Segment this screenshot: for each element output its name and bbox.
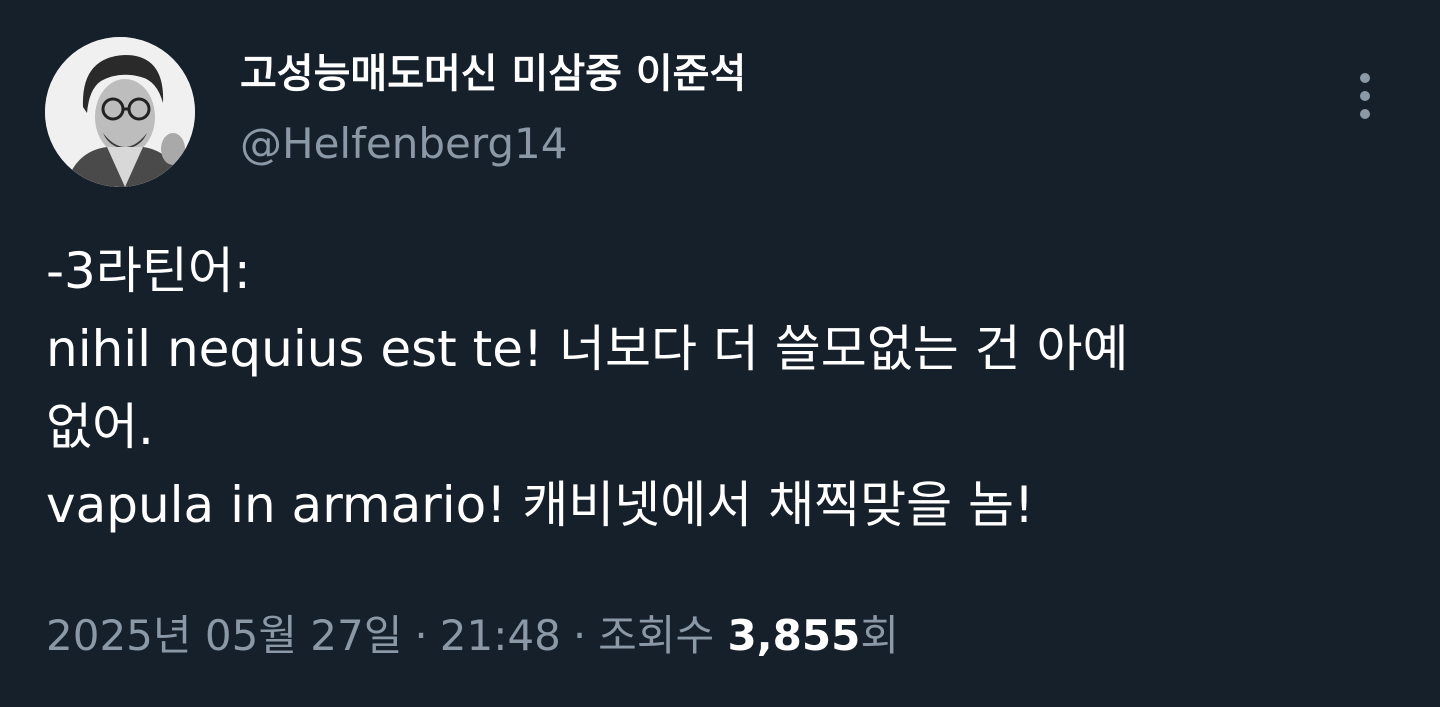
tweet-card: 고성능매도머신 미삼중 이준석 @Helfenberg14 -3라틴어: nih… bbox=[0, 0, 1440, 707]
author-name[interactable]: 고성능매도머신 미삼중 이준석 bbox=[240, 48, 746, 100]
author-handle[interactable]: @Helfenberg14 bbox=[240, 118, 567, 170]
tweet-text-line: 없어. bbox=[46, 398, 154, 456]
tweet-text-line: -3라틴어: bbox=[46, 242, 251, 300]
more-vertical-icon bbox=[1360, 73, 1370, 119]
views-count[interactable]: 3,855 bbox=[727, 611, 860, 660]
meta-separator: · bbox=[572, 611, 587, 660]
meta-separator: · bbox=[414, 611, 428, 660]
tweet-text-line: vapula in armario! 캐비넷에서 채찍맞을 놈! bbox=[46, 476, 1035, 534]
tweet-time[interactable]: 21:48 bbox=[440, 611, 561, 660]
tweet-date[interactable]: 2025년 05월 27일 bbox=[46, 611, 402, 660]
tweet-meta: 2025년 05월 27일 · 21:48 · 조회수 3,855회 bbox=[46, 606, 899, 666]
tweet-text-line: nihil nequius est te! 너보다 더 쓸모없는 건 아예 bbox=[46, 320, 1129, 378]
more-options-button[interactable] bbox=[1340, 66, 1390, 126]
views-unit: 회 bbox=[860, 611, 899, 660]
avatar[interactable] bbox=[45, 37, 195, 187]
views-label: 조회수 bbox=[598, 611, 715, 660]
tweet-text: -3라틴어: nihil nequius est te! 너보다 더 쓸모없는 … bbox=[46, 232, 1366, 544]
avatar-image bbox=[45, 37, 195, 187]
